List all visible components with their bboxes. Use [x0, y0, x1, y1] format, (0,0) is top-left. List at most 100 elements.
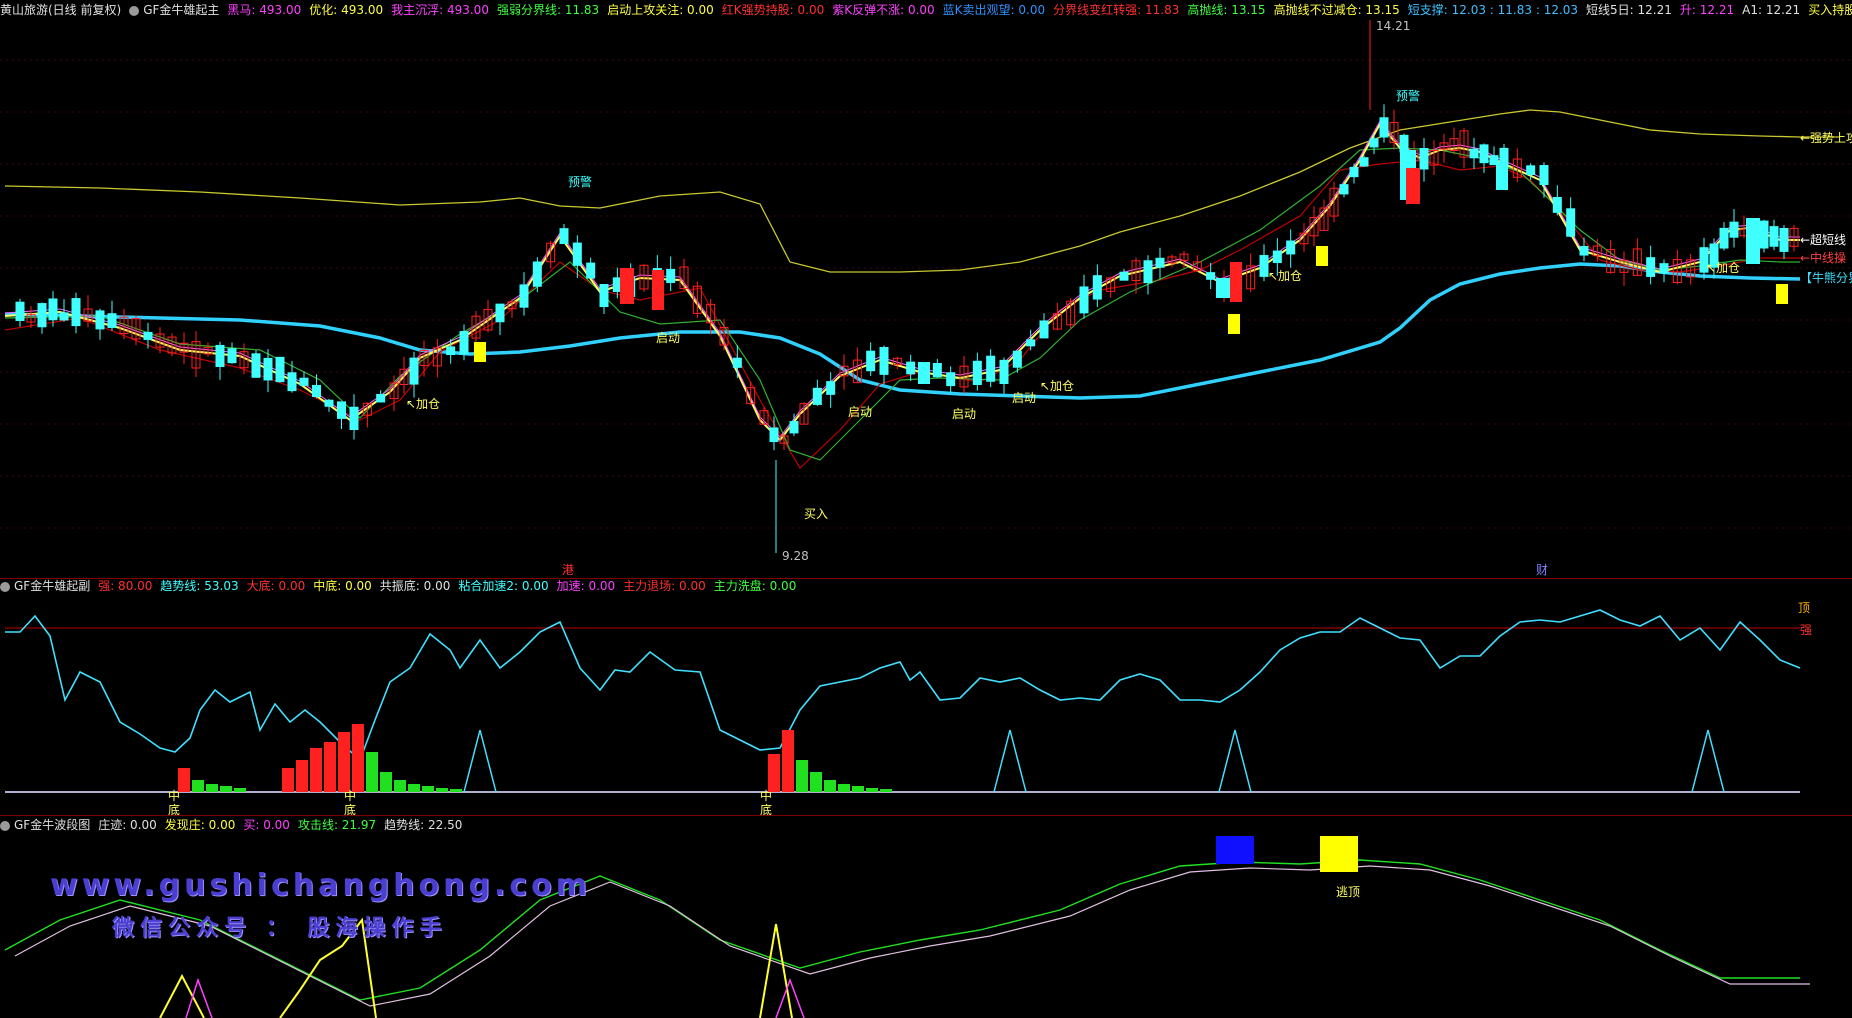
add-position-label: ↖加仓 [406, 397, 440, 411]
spike-signal [993, 729, 1027, 793]
highlight-candle [1230, 262, 1242, 302]
signal-marker [1776, 284, 1788, 304]
strong-label: 强 [1800, 623, 1812, 637]
washout-histogram-bar [838, 784, 850, 792]
candle-body [1286, 240, 1296, 255]
price-low-label: 9.28 [782, 549, 809, 563]
bottom-histogram-bar [338, 732, 350, 792]
candle-body [972, 360, 982, 385]
warning-label: 预警 [1396, 88, 1420, 103]
washout-histogram-bar [234, 788, 246, 792]
highlight-candle [1216, 278, 1230, 298]
candle-body [1259, 255, 1269, 277]
candle-body [312, 384, 321, 397]
candle-body [559, 228, 569, 245]
candle-body [1339, 184, 1349, 195]
super-short-label: ←超短线 [1800, 232, 1846, 247]
candle-body [107, 313, 117, 328]
warning-label: 预警 [568, 174, 592, 189]
bottom-histogram-bar [352, 724, 364, 792]
candle-body [1729, 221, 1739, 238]
bottom-histogram-bar [768, 754, 780, 792]
bottom-histogram-bar [296, 760, 308, 792]
candle-body [1359, 157, 1369, 167]
mid-bottom-label: 底 [168, 802, 180, 817]
candle-body [15, 301, 25, 322]
highlight-candle [1496, 162, 1508, 190]
watermark-url: www.gushichanghong.com [50, 868, 592, 903]
trend-oscillator-line [5, 609, 1801, 762]
highlight-candle [1406, 168, 1420, 204]
candle-body [1143, 260, 1153, 284]
candle-body [1092, 275, 1102, 300]
event-label: 港 [562, 563, 574, 577]
chart-canvas[interactable]: 14.219.28预警预警↖加仓↖加仓↖加仓↖加仓启动启动启动启动买入←强势上攻… [0, 0, 1852, 1018]
candle-body [1155, 257, 1165, 268]
candle-body [999, 359, 1009, 385]
start-label: 启动 [952, 407, 976, 421]
candle-body [986, 355, 996, 382]
watermark-wechat: 微信公众号 ： 股海操作手 [112, 916, 448, 941]
candle-body [324, 399, 334, 407]
candle-body [1369, 138, 1379, 148]
escape-top-label: 逃顶 [1336, 885, 1360, 899]
mid-bottom-label: 中 [168, 788, 180, 803]
washout-histogram-bar [366, 752, 378, 792]
candle-body [1769, 226, 1779, 247]
candle-body [1206, 272, 1216, 280]
candle-body [37, 303, 47, 328]
add-position-label: ↖加仓 [1268, 269, 1302, 283]
candle-body [1079, 286, 1089, 314]
top-label: 顶 [1798, 601, 1810, 615]
candle-body [732, 357, 742, 368]
candle-body [1399, 134, 1409, 153]
mid-bottom-label: 底 [344, 802, 356, 817]
candle-body [879, 347, 889, 375]
candle-body [95, 310, 105, 330]
washout-histogram-bar [220, 786, 232, 792]
candle-body [789, 421, 799, 434]
start-label: 启动 [848, 405, 872, 419]
candle-body [337, 401, 346, 419]
candle-body [906, 361, 916, 375]
candle-body [1272, 250, 1282, 264]
candle-body [666, 268, 676, 283]
candle-body [495, 303, 505, 323]
candle-body [1026, 339, 1036, 347]
washout-histogram-bar [796, 760, 808, 792]
mid-bottom-label: 中 [760, 788, 772, 803]
candle-body [599, 283, 609, 308]
mid-bottom-label: 中 [344, 788, 356, 803]
candle-body [1719, 227, 1729, 249]
candle-body [1469, 148, 1479, 159]
candle-body [1539, 165, 1549, 186]
mid-line-label: ←中线操 [1800, 250, 1846, 265]
candle-body [946, 372, 956, 387]
spike-signal [1691, 729, 1725, 793]
washout-histogram-bar [880, 789, 892, 792]
washout-histogram-bar [394, 780, 406, 792]
candle-body [227, 348, 237, 364]
mid-bottom-label: 底 [760, 802, 772, 817]
candle-body [1012, 350, 1022, 368]
start-label: 启动 [656, 331, 680, 345]
candle-body [1039, 320, 1049, 339]
highlight-candle [1746, 218, 1760, 264]
highlight-candle [918, 362, 930, 384]
bull-bear-label: 【牛熊分界 [1800, 270, 1852, 285]
washout-histogram-bar [408, 784, 420, 792]
bull-bear-line [4, 262, 1801, 400]
washout-histogram-bar [450, 789, 462, 792]
candle-body [71, 298, 81, 327]
candle-body [1779, 227, 1789, 252]
bottom-histogram-bar [782, 730, 794, 792]
start-label: 启动 [1012, 391, 1036, 405]
event-label: 财 [1536, 563, 1548, 577]
candle-body [572, 242, 582, 266]
signal-marker [474, 342, 486, 362]
mid-red-line [4, 159, 1800, 469]
washout-histogram-bar [866, 788, 878, 792]
candle-body [812, 387, 822, 405]
add-position-label: ↖加仓 [1040, 379, 1074, 393]
candle-body [59, 312, 69, 321]
